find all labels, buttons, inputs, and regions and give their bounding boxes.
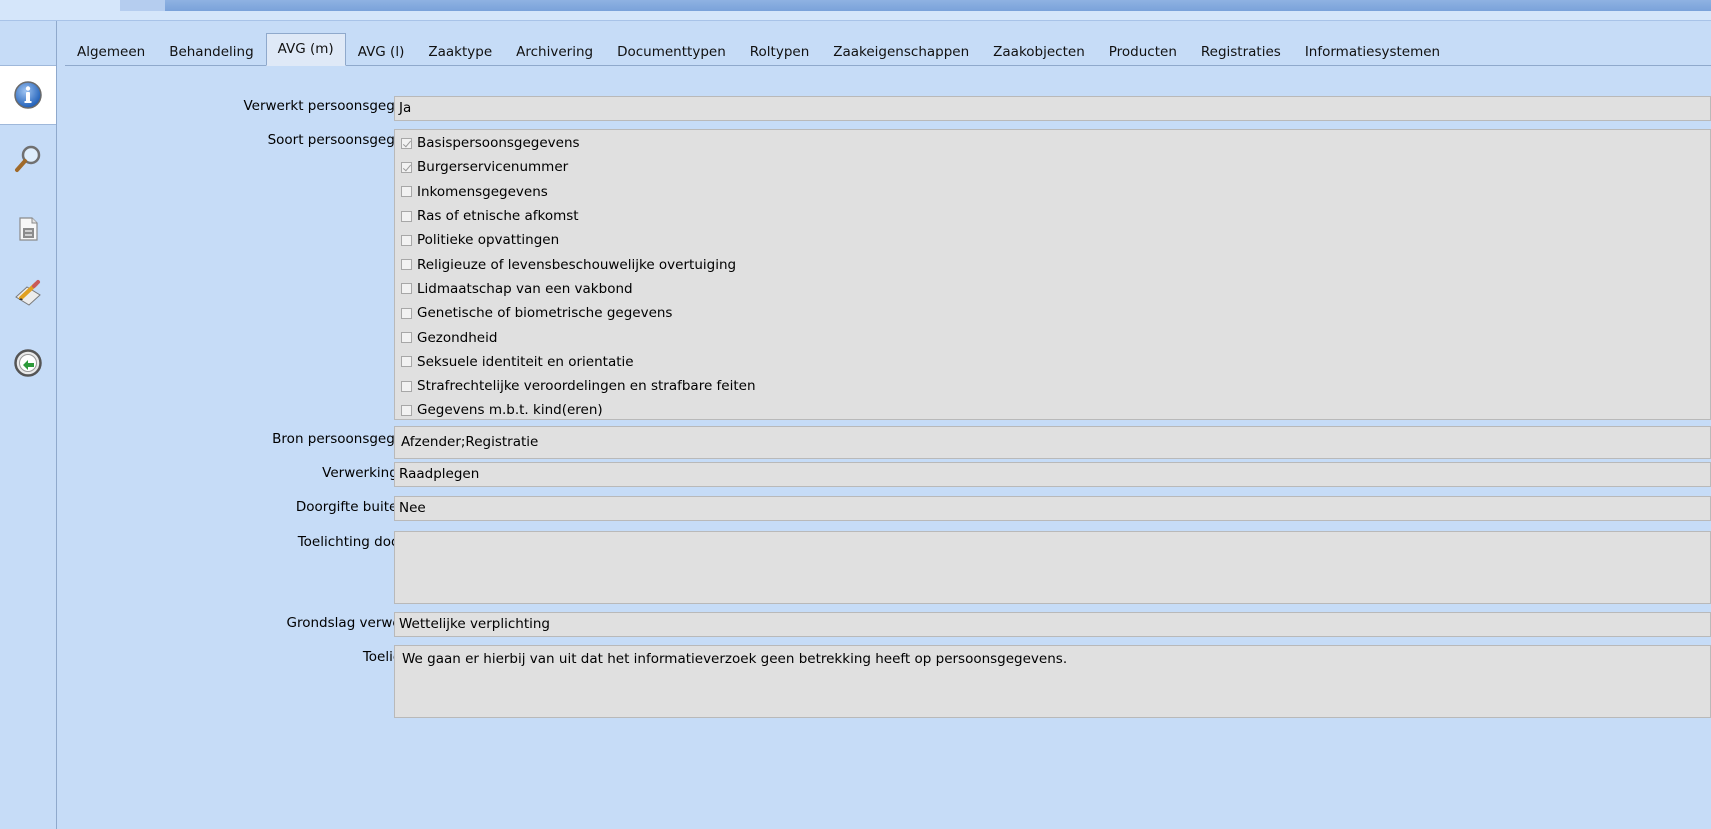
checkbox[interactable] bbox=[401, 186, 412, 198]
history-icon bbox=[14, 349, 42, 377]
tab-documenttypen[interactable]: Documenttypen bbox=[605, 38, 738, 66]
checkbox[interactable] bbox=[401, 283, 412, 295]
checkbox[interactable] bbox=[401, 332, 412, 344]
tab-informatiesystemen[interactable]: Informatiesystemen bbox=[1293, 38, 1452, 66]
soort-checklist: Basispersoonsgegevens Burgerservicenumme… bbox=[394, 129, 1711, 420]
checkbox-lidmaatschap-vakbond[interactable]: Lidmaatschap van een vakbond bbox=[399, 277, 1710, 301]
grondslag-field[interactable]: Wettelijke verplichting bbox=[394, 612, 1711, 637]
checkbox-seksuele-identiteit[interactable]: Seksuele identiteit en orientatie bbox=[399, 350, 1710, 374]
checkbox-label: Gegevens m.b.t. kind(eren) bbox=[417, 402, 603, 419]
checkbox[interactable] bbox=[401, 161, 412, 173]
verwerkingstype-field[interactable]: Raadplegen bbox=[394, 462, 1711, 487]
toelichting-doorgifte-field[interactable] bbox=[394, 531, 1711, 604]
checkbox-religieuze-overtuiging[interactable]: Religieuze of levensbeschouwelijke overt… bbox=[399, 252, 1710, 276]
checkbox[interactable] bbox=[401, 380, 412, 392]
checkbox-label: Basispersoonsgegevens bbox=[417, 135, 580, 152]
search-icon bbox=[15, 145, 41, 172]
checkbox[interactable] bbox=[401, 356, 412, 368]
checkbox-label: Gezondheid bbox=[417, 329, 498, 346]
checkbox-strafrechtelijke-veroordelingen[interactable]: Strafrechtelijke veroordelingen en straf… bbox=[399, 374, 1710, 398]
toelichting-field[interactable]: We gaan er hierbij van uit dat het infor… bbox=[394, 645, 1711, 718]
checkbox-burgerservicenummer[interactable]: Burgerservicenummer bbox=[399, 155, 1710, 179]
tab-avg-m[interactable]: AVG (m) bbox=[265, 33, 346, 66]
checkbox[interactable] bbox=[401, 210, 412, 222]
checkbox-inkomensgegevens[interactable]: Inkomensgegevens bbox=[399, 180, 1710, 204]
top-bar bbox=[0, 0, 1711, 20]
tab-zaakeigenschappen[interactable]: Zaakeigenschappen bbox=[821, 38, 981, 66]
checkbox-label: Religieuze of levensbeschouwelijke overt… bbox=[417, 256, 737, 273]
checkbox-politieke-opvattingen[interactable]: Politieke opvattingen bbox=[399, 228, 1710, 252]
document-icon bbox=[19, 217, 38, 241]
sidebar bbox=[0, 21, 56, 829]
checkbox[interactable] bbox=[401, 259, 412, 271]
sidebar-edit-button[interactable] bbox=[0, 263, 56, 323]
bron-field[interactable]: Afzender;Registratie bbox=[394, 426, 1711, 459]
checkbox[interactable] bbox=[401, 137, 412, 149]
checkbox-ras-etnische-afkomst[interactable]: Ras of etnische afkomst bbox=[399, 204, 1710, 228]
checkbox-label: Strafrechtelijke veroordelingen en straf… bbox=[417, 378, 756, 395]
tab-archivering[interactable]: Archivering bbox=[504, 38, 605, 66]
edit-icon bbox=[15, 280, 41, 306]
sidebar-search-button[interactable] bbox=[0, 129, 56, 189]
info-icon bbox=[14, 81, 42, 109]
sidebar-info-button[interactable] bbox=[0, 65, 56, 125]
tab-algemeen[interactable]: Algemeen bbox=[65, 38, 157, 66]
sidebar-history-button[interactable] bbox=[0, 333, 56, 393]
checkbox-label: Inkomensgegevens bbox=[417, 183, 548, 200]
checkbox-basispersoonsgegevens[interactable]: Basispersoonsgegevens bbox=[399, 131, 1710, 155]
tab-registraties[interactable]: Registraties bbox=[1189, 38, 1293, 66]
tab-zaaktype[interactable]: Zaaktype bbox=[416, 38, 504, 66]
checkbox-gegevens-kinderen[interactable]: Gegevens m.b.t. kind(eren) bbox=[399, 398, 1710, 422]
checkbox-genetische-gegevens[interactable]: Genetische of biometrische gegevens bbox=[399, 301, 1710, 325]
checkbox-label: Ras of etnische afkomst bbox=[417, 208, 579, 225]
title-strip-highlight bbox=[120, 0, 165, 11]
checkbox[interactable] bbox=[401, 404, 412, 416]
checkbox-label: Politieke opvattingen bbox=[417, 232, 560, 249]
title-strip bbox=[120, 0, 1711, 11]
checkbox-label: Seksuele identiteit en orientatie bbox=[417, 353, 634, 370]
doorgifte-field[interactable]: Nee bbox=[394, 496, 1711, 521]
tab-roltypen[interactable]: Roltypen bbox=[738, 38, 822, 66]
sidebar-document-button[interactable] bbox=[0, 199, 56, 259]
checkbox[interactable] bbox=[401, 234, 412, 246]
tab-avg-l[interactable]: AVG (l) bbox=[346, 38, 417, 66]
verwerkt-field[interactable]: Ja bbox=[394, 96, 1711, 121]
tab-behandeling[interactable]: Behandeling bbox=[157, 38, 265, 66]
tab-zaakobjecten[interactable]: Zaakobjecten bbox=[981, 38, 1097, 66]
checkbox[interactable] bbox=[401, 307, 412, 319]
checkbox-label: Burgerservicenummer bbox=[417, 159, 569, 176]
tab-bar: Algemeen Behandeling AVG (m) AVG (l) Zaa… bbox=[57, 33, 1711, 66]
checkbox-label: Genetische of biometrische gegevens bbox=[417, 305, 673, 322]
checkbox-label: Lidmaatschap van een vakbond bbox=[417, 280, 633, 297]
main-panel: Algemeen Behandeling AVG (m) AVG (l) Zaa… bbox=[57, 21, 1711, 829]
checkbox-gezondheid[interactable]: Gezondheid bbox=[399, 325, 1710, 349]
tab-producten[interactable]: Producten bbox=[1097, 38, 1189, 66]
